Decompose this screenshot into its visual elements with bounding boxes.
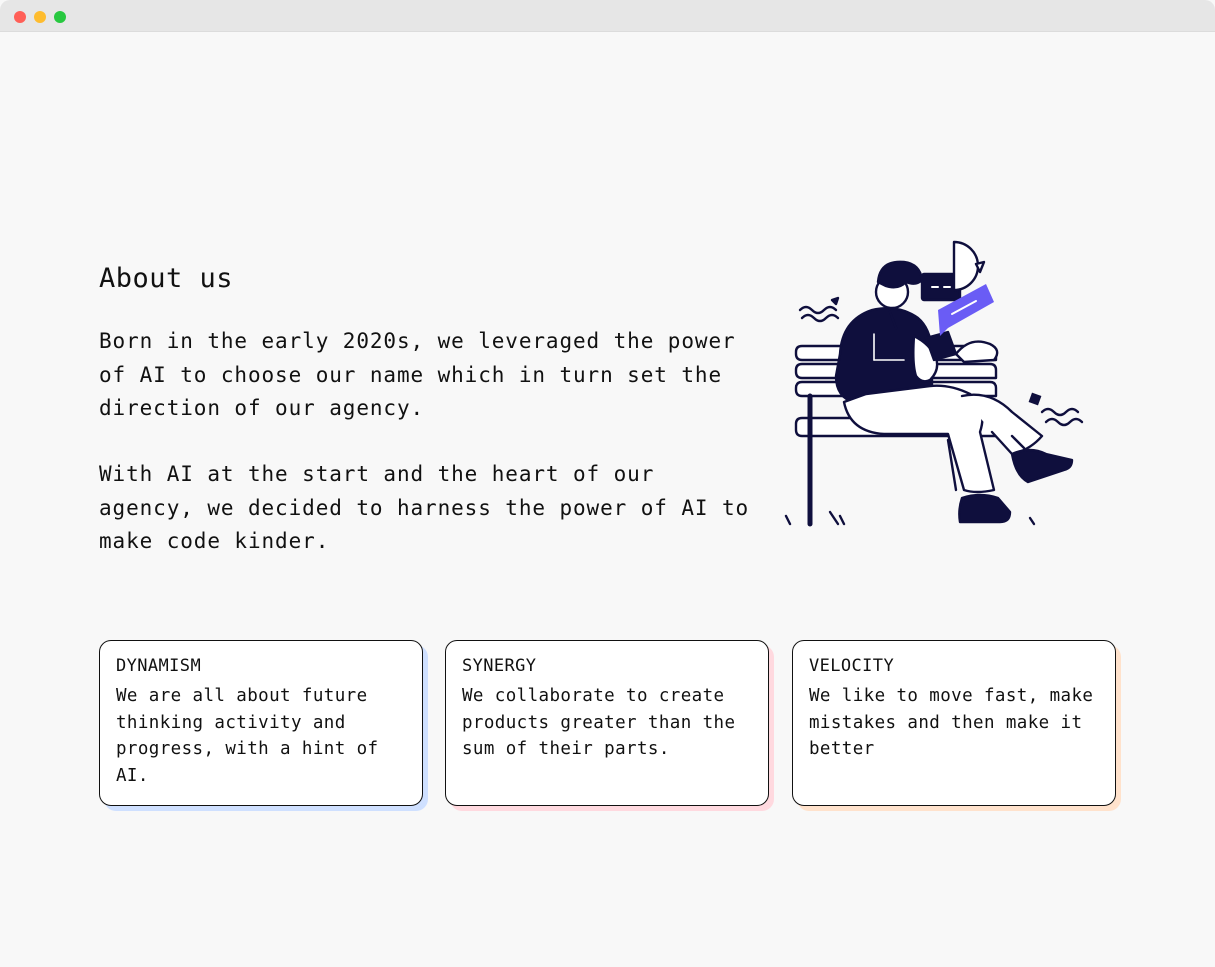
- card-description: We are all about future thinking activit…: [116, 686, 379, 786]
- card-description: We collaborate to create products greate…: [462, 686, 736, 759]
- value-card-synergy: SYNERGY We collaborate to create product…: [445, 640, 769, 806]
- minimize-window-button[interactable]: [34, 11, 46, 23]
- card-title: VELOCITY: [809, 656, 895, 676]
- card-title: SYNERGY: [462, 656, 537, 676]
- value-card-dynamism: DYNAMISM We are all about future thinkin…: [99, 640, 423, 806]
- window-titlebar: [0, 0, 1215, 32]
- card-description: We like to move fast, make mistakes and …: [809, 686, 1094, 759]
- browser-window: About us Born in the early 2020s, we lev…: [0, 0, 1215, 967]
- about-heading: About us: [99, 263, 234, 294]
- value-card-velocity: VELOCITY We like to move fast, make mist…: [792, 640, 1116, 806]
- card-title: DYNAMISM: [116, 656, 202, 676]
- about-paragraph-1: Born in the early 2020s, we leveraged th…: [99, 329, 736, 420]
- about-paragraph-2: With AI at the start and the heart of ou…: [99, 462, 750, 553]
- person-on-bench-with-phone-illustration: [784, 240, 1084, 527]
- close-window-button[interactable]: [14, 11, 26, 23]
- maximize-window-button[interactable]: [54, 11, 66, 23]
